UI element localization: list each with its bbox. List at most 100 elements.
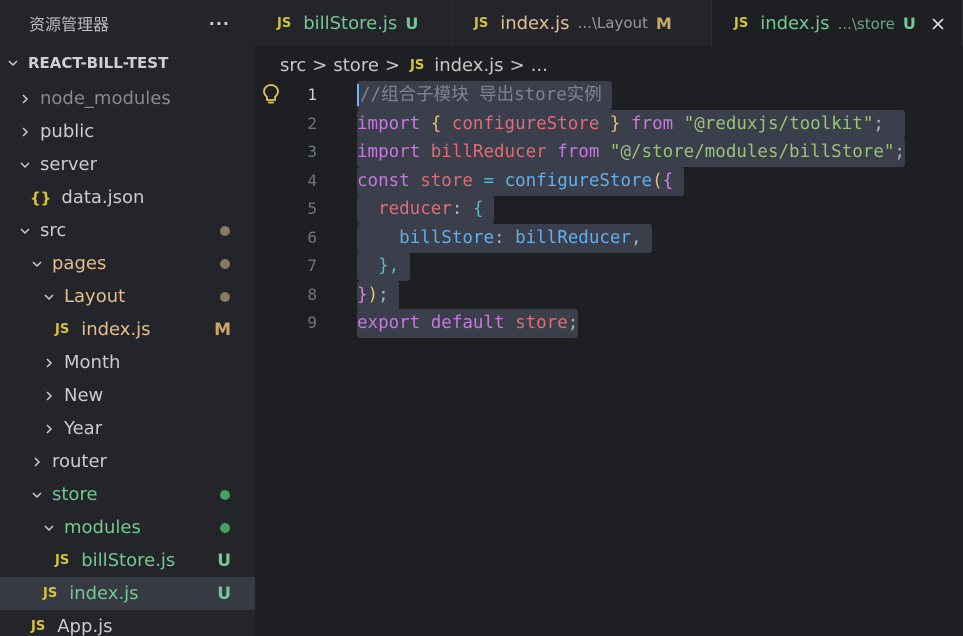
line-number: 1 xyxy=(307,85,317,104)
breadcrumb-item[interactable]: store xyxy=(333,55,379,76)
explorer-title: 资源管理器 xyxy=(29,15,110,34)
js-file-icon: JS xyxy=(31,619,46,634)
breadcrumb-separator: > xyxy=(384,54,400,76)
line-number: 6 xyxy=(307,228,317,247)
tree-item-label: public xyxy=(40,121,95,142)
tab-description: ...\store xyxy=(837,14,895,33)
code-text: import { configureStore } from "@reduxjs… xyxy=(357,110,905,139)
chevron-down-icon xyxy=(18,214,32,247)
tree-item-label: Month xyxy=(64,352,121,373)
close-icon[interactable] xyxy=(928,14,948,34)
tree-item-label: server xyxy=(40,154,97,175)
code-line: 6 billStore: billReducer, xyxy=(255,224,963,253)
text-cursor xyxy=(357,84,359,106)
chevron-right-icon xyxy=(42,346,56,379)
git-status-badge: M xyxy=(655,13,672,33)
line-number: 4 xyxy=(307,171,317,190)
code-text: import billReducer from "@/store/modules… xyxy=(357,138,905,167)
tree-item-server[interactable]: server xyxy=(0,148,255,181)
tree-item-router[interactable]: router xyxy=(0,445,255,478)
tree-item-store[interactable]: store xyxy=(0,478,255,511)
js-file-icon: JS xyxy=(474,15,489,31)
chevron-right-icon xyxy=(42,412,56,445)
git-status-badge: U xyxy=(902,14,916,33)
line-number: 9 xyxy=(307,313,317,332)
breadcrumb-item[interactable]: ... xyxy=(531,55,548,76)
line-number: 7 xyxy=(307,256,317,275)
tree-item-app-js[interactable]: JS App.js xyxy=(0,610,255,636)
git-status-badge: M xyxy=(214,319,231,340)
code-line: 2 import { configureStore } from "@redux… xyxy=(255,110,963,139)
project-root-label: REACT-BILL-TEST xyxy=(28,53,169,72)
breadcrumb-separator: > xyxy=(509,54,525,76)
tree-item-layout-index-js[interactable]: JS index.js M xyxy=(0,313,255,346)
chevron-down-icon xyxy=(18,148,32,181)
git-status-badge: U xyxy=(217,550,231,571)
tree-item-label: Year xyxy=(64,418,103,439)
code-text: billStore: billReducer, xyxy=(357,224,653,253)
js-file-icon: JS xyxy=(55,322,70,337)
modified-dot xyxy=(220,225,230,236)
chevron-right-icon xyxy=(18,115,32,148)
js-file-icon: JS xyxy=(277,15,292,31)
json-file-icon: {} xyxy=(30,188,52,207)
code-text: }); xyxy=(357,281,400,310)
tab-store-index-js[interactable]: JS index.js ...\store U xyxy=(712,0,963,46)
tab-layout-index-js[interactable]: JS index.js ...\Layout M xyxy=(452,0,712,46)
chevron-down-icon xyxy=(6,46,20,79)
untracked-dot xyxy=(220,522,230,533)
tree-item-pages[interactable]: pages xyxy=(0,247,255,280)
tree-item-modules[interactable]: modules xyxy=(0,511,255,544)
tree-item-node-modules[interactable]: node_modules xyxy=(0,82,255,115)
modified-dot xyxy=(220,291,230,302)
chevron-down-icon xyxy=(42,511,56,544)
tree-item-store-index-js[interactable]: JS index.js U xyxy=(0,577,255,610)
tree-item-label: data.json xyxy=(61,187,145,208)
code-line: 7 }, xyxy=(255,252,963,281)
chevron-right-icon xyxy=(30,445,44,478)
code-line: 1 //组合子模块 导出store实例 xyxy=(255,81,963,110)
tab-billstore-js[interactable]: JS billStore.js U xyxy=(255,0,452,46)
js-file-icon: JS xyxy=(734,16,749,31)
tree-item-label: router xyxy=(52,451,107,472)
chevron-down-icon xyxy=(30,478,44,511)
code-line: 3 import billReducer from "@/store/modul… xyxy=(255,138,963,167)
code-line: 4 const store = configureStore({ xyxy=(255,167,963,196)
breadcrumb-separator: > xyxy=(312,54,328,76)
breadcrumb-item[interactable]: src xyxy=(280,55,306,76)
tree-item-label: App.js xyxy=(57,616,113,636)
project-root-folder[interactable]: REACT-BILL-TEST xyxy=(0,46,255,79)
more-actions-icon[interactable]: ··· xyxy=(209,14,230,33)
tree-item-data-json[interactable]: {} data.json xyxy=(0,181,255,214)
code-editor[interactable]: 1 //组合子模块 导出store实例 2 import { configure… xyxy=(255,80,963,636)
line-number: 2 xyxy=(307,114,317,133)
line-number: 3 xyxy=(307,142,317,161)
line-number: 8 xyxy=(307,285,317,304)
tree-item-src[interactable]: src xyxy=(0,214,255,247)
code-line: 5 reducer: { xyxy=(255,195,963,224)
code-text: }, xyxy=(357,252,410,281)
code-text: const store = configureStore({ xyxy=(357,167,684,196)
tree-item-label: New xyxy=(64,385,104,406)
code-text: export default store; xyxy=(357,309,579,338)
chevron-right-icon xyxy=(42,379,56,412)
git-status-badge: U xyxy=(217,583,231,604)
tree-item-billstore-js[interactable]: JS billStore.js U xyxy=(0,544,255,577)
tree-item-layout[interactable]: Layout xyxy=(0,280,255,313)
tree-item-new[interactable]: New xyxy=(0,379,255,412)
explorer-header: 资源管理器 ··· xyxy=(0,0,255,46)
chevron-down-icon xyxy=(30,247,44,280)
modified-dot xyxy=(220,258,230,269)
breadcrumb: src > store > JS index.js > ... xyxy=(280,50,548,80)
tab-label: index.js xyxy=(760,13,830,34)
breadcrumb-item[interactable]: index.js xyxy=(434,55,503,76)
tree-item-public[interactable]: public xyxy=(0,115,255,148)
js-file-icon: JS xyxy=(410,57,425,73)
tree-item-month[interactable]: Month xyxy=(0,346,255,379)
js-file-icon: JS xyxy=(43,586,58,601)
code-line: 8 }); xyxy=(255,281,963,310)
code-text: reducer: { xyxy=(357,195,495,224)
js-file-icon: JS xyxy=(55,553,70,568)
tree-item-year[interactable]: Year xyxy=(0,412,255,445)
tab-description: ...\Layout xyxy=(577,14,648,32)
